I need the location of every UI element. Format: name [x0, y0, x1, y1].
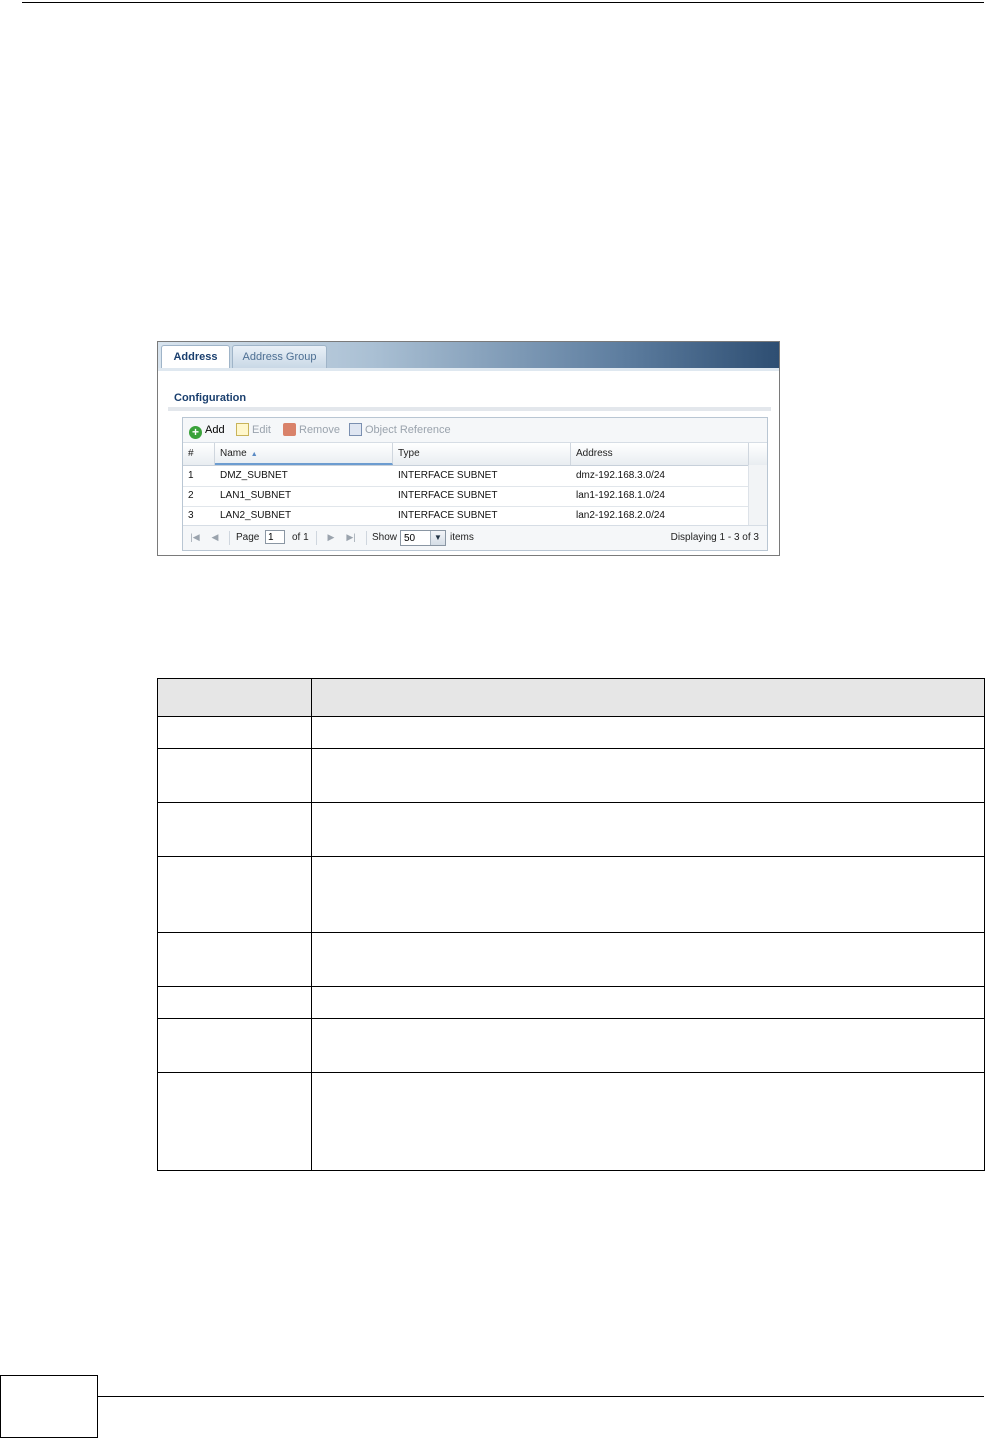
page-number-box [0, 1375, 98, 1438]
page-number-input[interactable] [265, 530, 285, 544]
table-row[interactable]: 2 LAN1_SUBNET INTERFACE SUBNET lan1-192.… [183, 486, 749, 507]
column-header-name[interactable]: Name ▲ [215, 443, 393, 465]
grid-scrollbar[interactable] [748, 465, 767, 527]
address-grid: + Add Edit Remove Object Reference # Name… [182, 417, 768, 551]
chevron-down-icon: ▼ [430, 531, 445, 545]
edit-label: Edit [252, 424, 271, 436]
remove-button[interactable]: Remove [283, 422, 340, 438]
edit-icon [236, 423, 249, 436]
previous-page-icon[interactable]: ◀ [209, 531, 221, 544]
add-label: Add [205, 424, 225, 436]
object-reference-icon [349, 423, 362, 436]
table-row [157, 856, 985, 933]
tab-address-group[interactable]: Address Group [232, 345, 327, 368]
column-header-address[interactable]: Address [571, 443, 749, 465]
row-address: lan2-192.168.2.0/24 [576, 510, 665, 521]
object-reference-button[interactable]: Object Reference [349, 422, 451, 438]
row-address: lan1-192.168.1.0/24 [576, 490, 665, 501]
row-address: dmz-192.168.3.0/24 [576, 470, 665, 481]
table-row [157, 802, 985, 857]
column-header-type[interactable]: Type [393, 443, 571, 465]
last-page-icon[interactable]: ▶| [345, 531, 357, 544]
table-row [157, 986, 985, 1019]
items-label: items [450, 532, 474, 543]
pager-divider [366, 531, 367, 545]
grid-header: # Name ▲ Type Address [183, 443, 767, 466]
table-row [157, 1018, 985, 1073]
grid-toolbar: + Add Edit Remove Object Reference [183, 418, 767, 443]
add-button[interactable]: + Add [189, 422, 225, 439]
show-label: Show [372, 532, 398, 543]
row-type: INTERFACE SUBNET [398, 470, 498, 481]
pager: |◀ ◀ Page of 1 ▶ ▶| Show 50 ▼ items Disp… [183, 525, 767, 550]
tab-underline [158, 368, 779, 371]
row-number: 2 [188, 490, 194, 501]
header-rule [22, 2, 984, 3]
footer-rule [98, 1396, 984, 1397]
row-number: 1 [188, 470, 194, 481]
row-name: DMZ_SUBNET [220, 470, 288, 481]
configuration-heading: Configuration [174, 392, 247, 404]
first-page-icon[interactable]: |◀ [189, 531, 201, 544]
address-screen: Address Address Group Configuration + Add… [157, 341, 780, 556]
table-row[interactable]: 3 LAN2_SUBNET INTERFACE SUBNET lan2-192.… [183, 506, 749, 527]
table-header-row [157, 678, 985, 717]
page-count: of 1 [292, 532, 309, 543]
items-per-page-value: 50 [404, 533, 416, 544]
trash-icon [283, 423, 296, 436]
items-per-page-select[interactable]: 50 ▼ [400, 530, 446, 546]
remove-label: Remove [299, 424, 340, 436]
table-row [157, 716, 985, 749]
displaying-count: Displaying 1 - 3 of 3 [670, 532, 759, 543]
table-row [157, 932, 985, 987]
add-icon: + [189, 426, 202, 439]
row-name: LAN1_SUBNET [220, 490, 292, 501]
table-row[interactable]: 1 DMZ_SUBNET INTERFACE SUBNET dmz-192.16… [183, 466, 749, 487]
field-description-table [157, 678, 985, 1171]
column-header-name-label: Name [220, 448, 247, 459]
pager-divider [316, 531, 317, 545]
row-name: LAN2_SUBNET [220, 510, 292, 521]
row-type: INTERFACE SUBNET [398, 510, 498, 521]
section-divider [168, 407, 771, 411]
table-row [157, 748, 985, 803]
edit-button[interactable]: Edit [236, 422, 271, 438]
row-type: INTERFACE SUBNET [398, 490, 498, 501]
column-header-number[interactable]: # [183, 443, 215, 465]
sort-ascending-icon: ▲ [250, 451, 258, 458]
next-page-icon[interactable]: ▶ [325, 531, 337, 544]
tab-bar: Address Address Group [158, 342, 779, 368]
page-label: Page [236, 532, 260, 543]
tab-address[interactable]: Address [161, 345, 230, 368]
pager-divider [229, 531, 230, 545]
table-row [157, 1072, 985, 1171]
object-reference-label: Object Reference [365, 424, 451, 436]
row-number: 3 [188, 510, 194, 521]
